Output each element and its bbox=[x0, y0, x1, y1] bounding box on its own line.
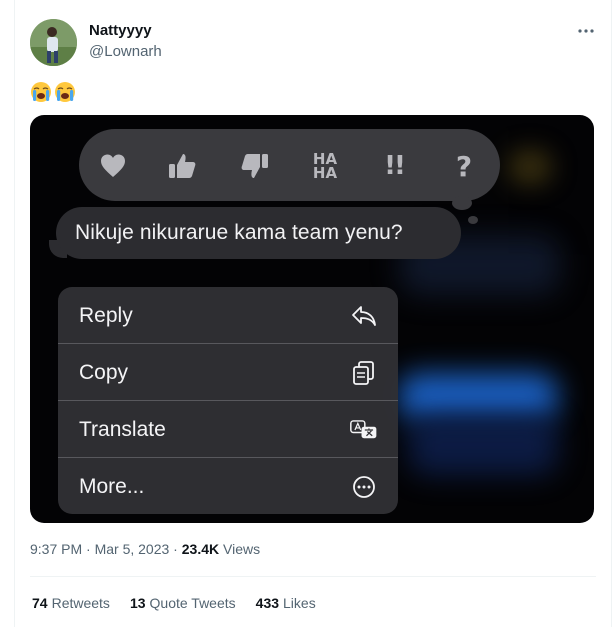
divider bbox=[30, 576, 596, 577]
menu-item-translate[interactable]: Translate bbox=[58, 401, 398, 458]
thumbs-down-icon bbox=[241, 154, 268, 178]
reaction-thumbs-down[interactable] bbox=[235, 146, 275, 186]
reaction-bar-tail-dot bbox=[468, 216, 478, 224]
reply-icon bbox=[350, 302, 378, 330]
menu-item-label: Copy bbox=[79, 361, 129, 384]
haha-icon[interactable]: HA HA bbox=[305, 146, 345, 186]
meta-separator: · bbox=[169, 541, 182, 557]
blurred-bubble bbox=[408, 415, 558, 475]
blurred-bubble bbox=[398, 373, 558, 421]
loudly-crying-face-icon bbox=[31, 82, 51, 102]
tweet-media-image[interactable]: HA HA !! ? Nikuje nikurarue kama team ye… bbox=[30, 115, 594, 523]
menu-item-label: Translate bbox=[79, 418, 166, 441]
likes-stat[interactable]: 433 Likes bbox=[256, 595, 316, 611]
question-icon[interactable]: ? bbox=[444, 146, 484, 186]
copy-icon bbox=[350, 359, 378, 387]
tapback-reaction-bar: HA HA !! ? bbox=[79, 129, 500, 201]
ellipsis-icon bbox=[578, 29, 594, 33]
quote-tweets-label: Quote Tweets bbox=[149, 595, 236, 611]
reaction-bar-tail bbox=[452, 196, 472, 210]
timeline-border-right bbox=[611, 0, 612, 627]
retweets-stat[interactable]: 74 Retweets bbox=[32, 595, 110, 611]
avatar-photo bbox=[30, 19, 77, 66]
menu-item-label: Reply bbox=[79, 304, 133, 327]
menu-item-more[interactable]: More... bbox=[58, 458, 398, 514]
timeline-border-left bbox=[14, 0, 15, 627]
loudly-crying-face-icon bbox=[55, 82, 75, 102]
likes-label: Likes bbox=[283, 595, 316, 611]
author-name[interactable]: Nattyyyy bbox=[89, 22, 152, 39]
haha-bottom-text: HA bbox=[312, 164, 338, 182]
question-text: ? bbox=[455, 149, 473, 183]
translate-icon bbox=[350, 416, 378, 444]
more-circle-icon bbox=[350, 473, 378, 501]
blurred-spot bbox=[510, 153, 550, 181]
views-label: Views bbox=[223, 541, 261, 557]
retweets-count: 74 bbox=[32, 595, 48, 611]
heart-icon bbox=[101, 154, 125, 177]
more-options-button[interactable] bbox=[574, 19, 598, 43]
timestamp[interactable]: 9:37 PM · Mar 5, 2023 bbox=[30, 541, 169, 557]
author-handle[interactable]: @Lownarh bbox=[89, 43, 162, 60]
quote-tweets-count: 13 bbox=[129, 595, 146, 611]
context-menu: Reply Copy Translate More... bbox=[58, 287, 398, 514]
menu-item-reply[interactable]: Reply bbox=[58, 287, 398, 344]
retweets-label: Retweets bbox=[51, 595, 110, 611]
exclamation-icon[interactable]: !! bbox=[374, 146, 414, 186]
reaction-heart[interactable] bbox=[93, 146, 133, 186]
menu-item-copy[interactable]: Copy bbox=[58, 344, 398, 401]
message-bubble: Nikuje nikurarue kama team yenu? bbox=[56, 207, 461, 259]
likes-count: 433 bbox=[255, 595, 280, 611]
exclaim-text: !! bbox=[384, 151, 406, 181]
views-count: 23.4K bbox=[181, 541, 220, 557]
menu-item-label: More... bbox=[79, 475, 145, 498]
tweet-stats: 74 Retweets 13 Quote Tweets 433 Likes bbox=[32, 595, 336, 611]
quote-tweets-stat[interactable]: 13 Quote Tweets bbox=[130, 595, 236, 611]
avatar[interactable] bbox=[30, 19, 77, 66]
reaction-thumbs-up[interactable] bbox=[162, 146, 202, 186]
tweet-text bbox=[30, 80, 78, 104]
tweet-meta: 9:37 PM · Mar 5, 2023 · 23.4K Views bbox=[30, 541, 260, 557]
thumbs-up-icon bbox=[169, 154, 196, 178]
